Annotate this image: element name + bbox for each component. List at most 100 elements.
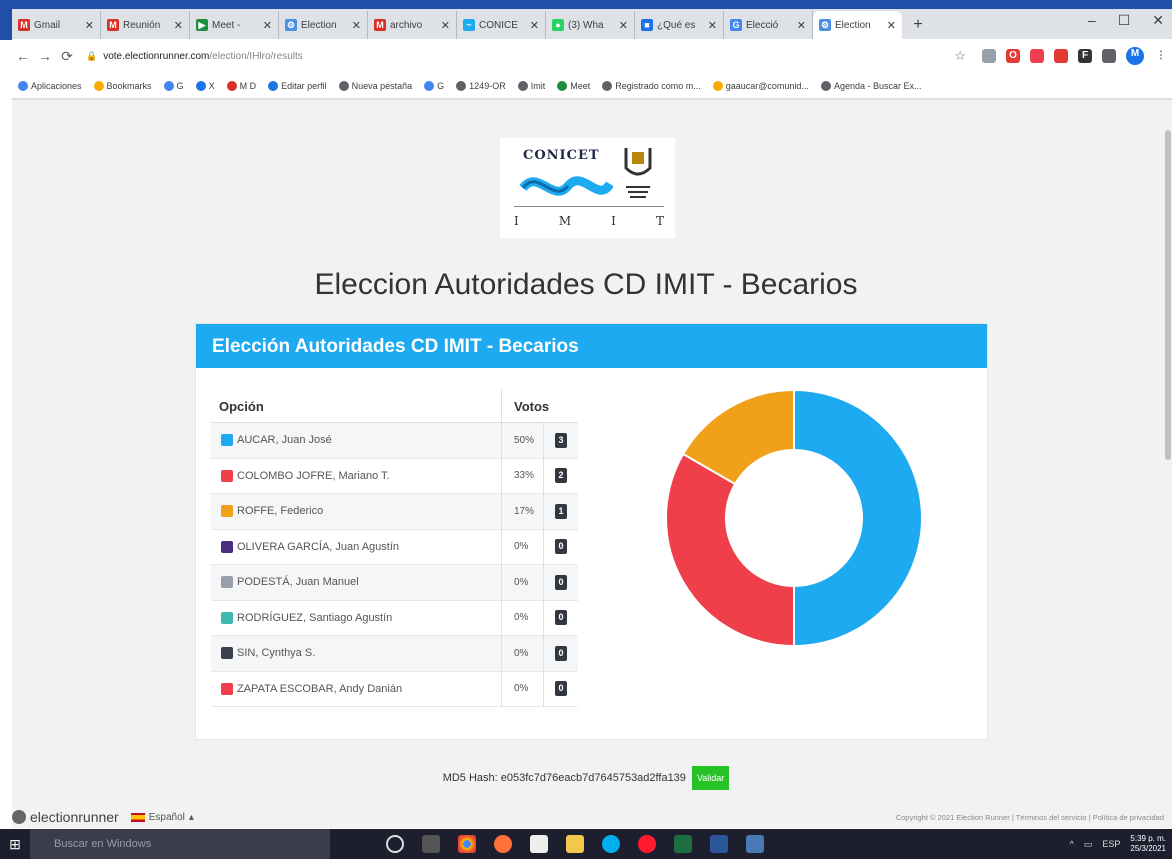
column-header-votes: Votos <box>501 389 578 423</box>
bookmark-favicon-icon <box>163 80 174 91</box>
tab-favicon-icon: ▶ <box>196 19 208 31</box>
tab-label: Election <box>835 19 871 31</box>
browser-tab[interactable]: ~ CONICE ✕ <box>457 11 546 39</box>
back-icon[interactable]: ← <box>12 48 34 64</box>
table-header: Opción Votos <box>211 389 578 423</box>
store-icon[interactable] <box>530 835 548 853</box>
browser-tab[interactable]: ▶ Meet - ✕ <box>190 11 279 39</box>
chrome-icon[interactable] <box>458 835 476 853</box>
legal-links[interactable]: Copyright © 2021 Election Runner | Térmi… <box>896 813 1164 822</box>
minimize-icon[interactable]: – <box>1088 12 1096 29</box>
profile-avatar[interactable]: M <box>1126 47 1144 65</box>
bookmark-item[interactable]: M D <box>226 80 256 91</box>
tab-close-icon[interactable]: ✕ <box>263 19 272 32</box>
tray-chevron-icon[interactable]: ^ <box>1070 839 1074 849</box>
browser-tab[interactable]: Marchivo ✕ <box>368 11 457 39</box>
close-window-icon[interactable]: ✕ <box>1152 12 1164 29</box>
skype-icon[interactable] <box>602 835 620 853</box>
forward-icon[interactable]: → <box>34 48 56 64</box>
bookmark-item[interactable]: Registrado como m... <box>602 80 701 91</box>
bookmark-item[interactable]: Nueva pestaña <box>338 80 412 91</box>
maximize-icon[interactable]: ☐ <box>1118 12 1131 29</box>
opera-extension-icon[interactable]: O <box>1006 49 1020 63</box>
table-row: PODESTÁ, Juan Manuel 0% 0 <box>211 564 578 601</box>
pocket-extension-icon[interactable] <box>1030 49 1044 63</box>
table-row: AUCAR, Juan José 50% 3 <box>211 422 578 459</box>
shield-extension-icon[interactable] <box>982 49 996 63</box>
bookmark-item[interactable]: Editar perfil <box>268 80 327 91</box>
windows-start-icon[interactable]: ⊞ <box>0 829 30 859</box>
tab-close-icon[interactable]: ✕ <box>797 19 806 32</box>
new-tab-button[interactable]: + <box>906 11 930 39</box>
bookmark-item[interactable]: gaaucar@comunid... <box>712 80 809 91</box>
results-card: Elección Autoridades CD IMIT - Becarios … <box>195 323 988 740</box>
tab-close-icon[interactable]: ✕ <box>441 19 450 32</box>
opera-icon[interactable] <box>638 835 656 853</box>
color-swatch <box>221 682 233 695</box>
address-bar[interactable]: 🔒 vote.electionrunner.com/election/IHlro… <box>86 44 966 68</box>
browser-tab[interactable]: ■ ¿Qué es ✕ <box>635 11 724 39</box>
vote-count-badge: 0 <box>555 574 567 590</box>
bookmark-star-icon[interactable]: ☆ <box>954 48 966 64</box>
bookmark-label: Bookmarks <box>106 80 152 91</box>
menu-kebab-icon[interactable]: ⋮ <box>1154 49 1168 63</box>
language-selector[interactable]: Español ▴ <box>130 812 194 823</box>
browser-tab[interactable]: ⚙ Election ✕ <box>279 11 368 39</box>
browser-tab[interactable]: ● (3) Wha ✕ <box>546 11 635 39</box>
browser-tab[interactable]: M Reunión ✕ <box>101 11 190 39</box>
vote-percent: 17% <box>501 493 543 529</box>
donut-slice[interactable] <box>793 388 923 648</box>
validate-button[interactable]: Validar <box>691 766 730 790</box>
bookmark-item[interactable]: X <box>195 80 215 91</box>
table-row: ZAPATA ESCOBAR, Andy Danián 0% 0 <box>211 671 578 707</box>
network-icon[interactable]: ▭ <box>1084 839 1093 850</box>
bookmark-item[interactable]: Aplicaciones <box>18 80 82 91</box>
bookmark-item[interactable]: Imit <box>517 80 545 91</box>
vote-percent: 0% <box>501 671 543 707</box>
bookmark-favicon-icon <box>226 80 237 91</box>
browser-tab[interactable]: ⚙ Election ✕ <box>813 11 902 39</box>
tab-close-icon[interactable]: ✕ <box>85 19 94 32</box>
page-footer: electionrunner Español ▴ Copyright © 202… <box>12 805 1172 829</box>
vote-count-cell: 0 <box>543 564 578 600</box>
pdf-extension-icon[interactable] <box>1054 49 1068 63</box>
bookmark-item[interactable]: G <box>163 80 184 91</box>
electionrunner-logo[interactable]: electionrunner <box>12 809 119 825</box>
option-cell: AUCAR, Juan José <box>211 434 501 447</box>
tab-close-icon[interactable]: ✕ <box>887 19 896 32</box>
bookmark-label: Editar perfil <box>281 80 327 91</box>
font-extension-icon[interactable]: F <box>1078 49 1092 63</box>
donut-slice[interactable] <box>665 452 795 648</box>
firefox-icon[interactable] <box>494 835 512 853</box>
bookmark-item[interactable]: Bookmarks <box>93 80 152 91</box>
browser-tab[interactable]: M Gmail ✕ <box>12 11 101 39</box>
tab-close-icon[interactable]: ✕ <box>708 19 717 32</box>
tab-close-icon[interactable]: ✕ <box>530 19 539 32</box>
lang-indicator[interactable]: ESP <box>1102 839 1120 849</box>
word-icon[interactable] <box>710 835 728 853</box>
excel-icon[interactable] <box>674 835 692 853</box>
tab-close-icon[interactable]: ✕ <box>352 19 361 32</box>
tab-close-icon[interactable]: ✕ <box>174 19 183 32</box>
file-explorer-icon[interactable] <box>566 835 584 853</box>
option-cell: SIN, Cynthya S. <box>211 647 501 660</box>
bookmark-item[interactable]: 1249-OR <box>456 80 506 91</box>
color-swatch <box>221 434 233 447</box>
reload-icon[interactable]: ⟳ <box>56 48 78 65</box>
browser-tab[interactable]: G Elecció ✕ <box>724 11 813 39</box>
page-scrollbar[interactable] <box>1164 100 1172 828</box>
bookmark-label: G <box>176 80 184 91</box>
task-view-icon[interactable] <box>386 835 404 853</box>
taskbar-search-input[interactable]: Buscar en Windows <box>30 829 330 859</box>
puzzle-extension-icon[interactable] <box>1102 49 1116 63</box>
clock[interactable]: 5:39 p. m. 25/3/2021 <box>1130 834 1166 854</box>
md5-hash: MD5 Hash: e053fc7d76eacb7d7645753ad2ffa1… <box>442 772 686 784</box>
calculator-icon[interactable] <box>422 835 440 853</box>
vote-percent: 50% <box>501 422 543 458</box>
bookmark-item[interactable]: Agenda - Buscar Ex... <box>820 80 921 91</box>
bookmark-item[interactable]: G <box>424 80 444 91</box>
app-icon[interactable] <box>746 835 764 853</box>
tab-close-icon[interactable]: ✕ <box>619 19 628 32</box>
bookmark-item[interactable]: Meet <box>557 80 590 91</box>
bookmark-favicon-icon <box>602 80 613 91</box>
